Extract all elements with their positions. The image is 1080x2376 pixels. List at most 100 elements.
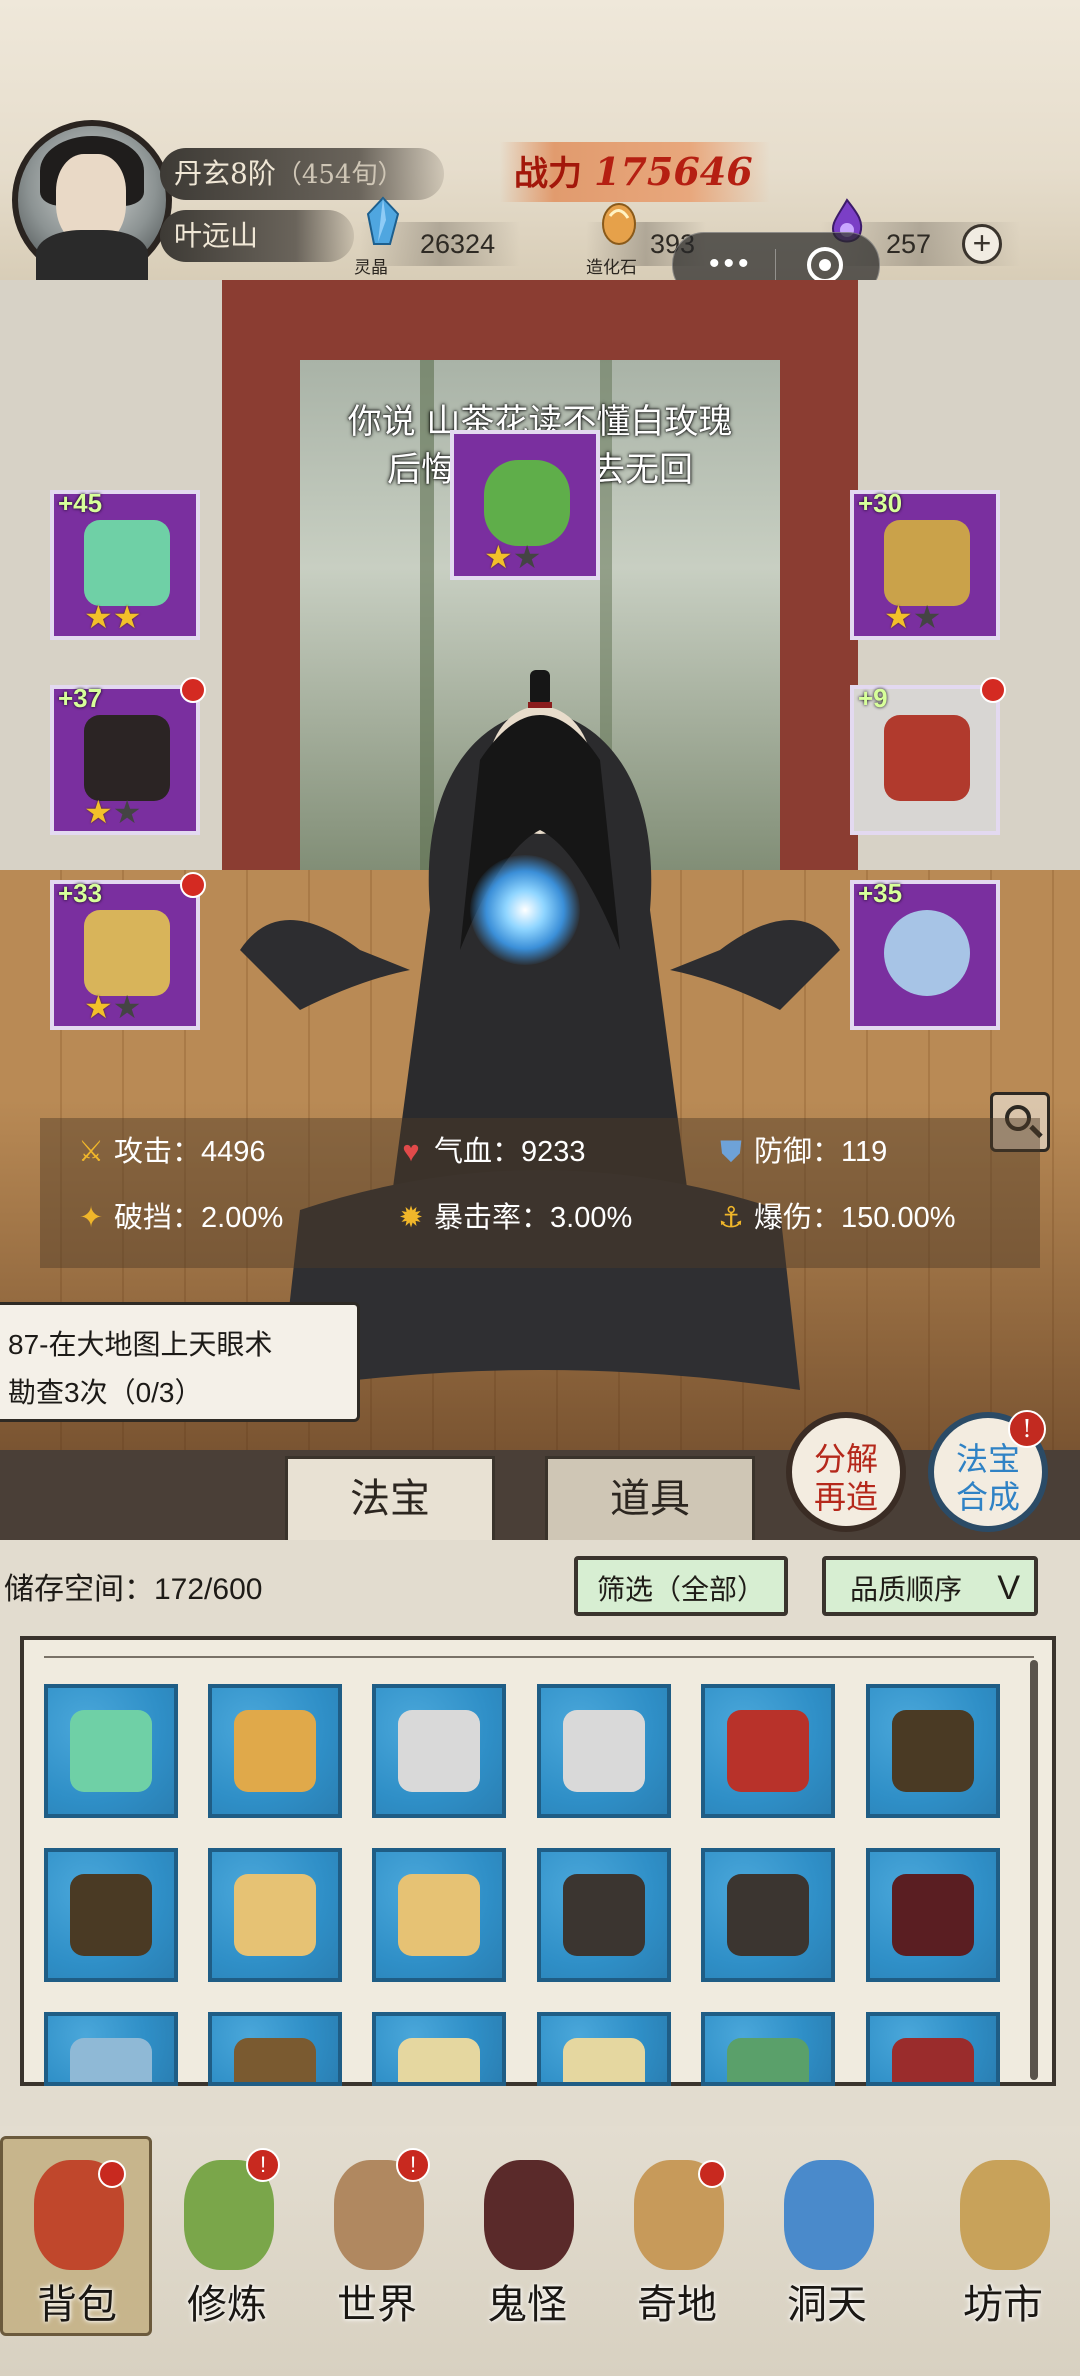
jade-mirror-icon <box>70 1710 152 1792</box>
inventory-slot[interactable] <box>372 1848 506 1982</box>
equip-slot-robe[interactable]: +37 ★★ <box>50 677 206 835</box>
star-icon: ★ <box>84 599 113 635</box>
jade-crown-icon <box>484 460 570 546</box>
close-miniprogram-icon[interactable] <box>807 247 843 283</box>
stat-crit-damage: ⚓ 爆伤：150.00% <box>714 1190 956 1246</box>
inventory-slot[interactable] <box>44 1848 178 1982</box>
equip-stars: ★★ <box>84 990 141 1024</box>
stat-value: 4496 <box>201 1136 266 1168</box>
nav-floating-island[interactable]: 奇地 <box>602 2140 752 2360</box>
blue-item-icon <box>70 2038 152 2082</box>
equip-level: +30 <box>858 488 903 518</box>
nav-label: 奇地 <box>637 2282 717 2328</box>
inventory-slot[interactable] <box>866 1848 1000 1982</box>
nav-demon-egg[interactable]: 鬼怪 <box>452 2140 602 2360</box>
nav-label: 背包 <box>37 2282 117 2328</box>
player-avatar[interactable] <box>12 120 172 290</box>
alert-dot <box>180 677 206 703</box>
player-name-text: 叶远山 <box>174 219 259 252</box>
grid-divider <box>44 1656 1034 1658</box>
resource-spirit-crystal[interactable]: 灵晶 26324 <box>354 196 520 277</box>
inventory-slot[interactable] <box>372 2012 506 2086</box>
nav-label: 洞天 <box>787 2282 867 2328</box>
equip-level: +45 <box>58 488 103 518</box>
power-value: 175646 <box>594 149 753 194</box>
equip-slot-necklace[interactable]: +9 <box>850 677 1006 835</box>
dark-robe-icon <box>84 715 170 801</box>
stat-hp: ♥ 气血：9233 <box>394 1124 585 1180</box>
inventory-slot[interactable] <box>537 2012 671 2086</box>
inventory-slot[interactable] <box>537 1684 671 1818</box>
filter-button[interactable]: 筛选（全部） <box>574 1556 788 1616</box>
red-armor-icon <box>727 1710 809 1792</box>
star-empty-icon: ★ <box>512 539 542 575</box>
inventory-slot[interactable] <box>701 1684 835 1818</box>
bead-necklace-icon <box>884 715 970 801</box>
inventory-slot[interactable] <box>44 2012 178 2086</box>
inventory-slot[interactable] <box>44 1684 178 1818</box>
inventory-slot[interactable] <box>537 1848 671 1982</box>
equip-slot-ring[interactable]: +35 <box>850 878 1000 1030</box>
equip-level: +33 <box>58 878 103 908</box>
inventory-slot[interactable] <box>701 1848 835 1982</box>
equip-slot-boots[interactable]: +33 ★★ <box>50 872 206 1030</box>
market-stall-icon <box>960 2160 1050 2270</box>
alert-badge: ! <box>1008 1410 1046 1448</box>
tab-magic-treasure[interactable]: 法宝 <box>285 1456 495 1540</box>
bracer-icon <box>563 1874 645 1956</box>
stat-defense: ⛊ 防御：119 <box>714 1124 887 1180</box>
equip-slot-head[interactable]: ★★ <box>450 430 600 580</box>
gold-armor-icon <box>234 1874 316 1956</box>
quest-line-2: 勘查3次（0/3） <box>8 1377 203 1408</box>
nav-bag[interactable]: 背包 <box>2 2140 152 2360</box>
inventory-slot[interactable] <box>208 1684 342 1818</box>
storage-capacity: 储存空间：172/600 <box>4 1570 262 1610</box>
resource-value: 257 <box>886 229 932 259</box>
equip-slot-headband[interactable]: +30 ★★ <box>850 488 1000 640</box>
stat-penetration: ✦ 破挡：2.00% <box>74 1190 283 1246</box>
quest-tracker[interactable]: 87-在大地图上天眼术 勘查3次（0/3） <box>0 1302 360 1422</box>
equip-slot-weapon[interactable]: +45 ★★ <box>50 488 200 640</box>
red-bracelet-icon <box>892 2038 974 2082</box>
stat-label: 暴击率 <box>434 1202 522 1234</box>
add-resource-button[interactable]: + <box>962 224 1002 264</box>
inventory-slot[interactable] <box>701 2012 835 2086</box>
inventory-slot[interactable] <box>866 2012 1000 2086</box>
decompose-rebuild-button[interactable]: 分解 再造 <box>786 1412 906 1532</box>
sort-dropdown[interactable]: 品质顺序 V <box>822 1556 1038 1616</box>
stat-attack: ⚔ 攻击：4496 <box>74 1124 266 1180</box>
treasure-synthesis-button[interactable]: 法宝 合成 ! <box>928 1410 1048 1532</box>
inventory-slot[interactable] <box>208 1848 342 1982</box>
nav-label: 鬼怪 <box>487 2282 567 2328</box>
break-icon: ✦ <box>78 1202 104 1234</box>
equip-stars: ★★ <box>84 795 141 829</box>
player-name: 叶远山 <box>160 210 354 262</box>
nav-label: 世界 <box>337 2282 417 2328</box>
combat-power: 战力 175646 <box>500 142 770 202</box>
alert-dot <box>698 2160 726 2188</box>
red-black-glove-icon <box>892 1874 974 1956</box>
nav-portal[interactable]: 洞天 <box>752 2140 902 2360</box>
nav-scroll-map[interactable]: 世界! <box>302 2140 452 2360</box>
nav-lotus[interactable]: 修炼! <box>152 2140 302 2360</box>
tab-items[interactable]: 道具 <box>545 1456 755 1540</box>
wreath-icon <box>727 2038 809 2082</box>
stat-value: 3.00% <box>550 1202 633 1234</box>
inventory-slot[interactable] <box>208 2012 342 2086</box>
star-empty-icon: ★ <box>112 989 142 1025</box>
more-menu-icon[interactable]: ••• <box>709 249 753 279</box>
spirit-crystal-icon <box>366 196 400 245</box>
white-robe-icon <box>563 1710 645 1792</box>
inventory-slot[interactable] <box>866 1684 1000 1818</box>
dark-robe-icon <box>892 1710 974 1792</box>
inventory-scrollbar[interactable] <box>1030 1660 1038 2080</box>
stat-crit-rate: ✹ 暴击率：3.00% <box>394 1190 632 1246</box>
inventory-slot[interactable] <box>372 1684 506 1818</box>
bracer-icon <box>727 1874 809 1956</box>
dark-robe-icon <box>70 1874 152 1956</box>
equip-level: +9 <box>858 683 888 713</box>
nav-market-stall[interactable]: 坊市 <box>928 2140 1078 2360</box>
equip-stars: ★★ <box>484 540 541 574</box>
alert-dot <box>980 677 1006 703</box>
star-empty-icon: ★ <box>912 599 942 635</box>
